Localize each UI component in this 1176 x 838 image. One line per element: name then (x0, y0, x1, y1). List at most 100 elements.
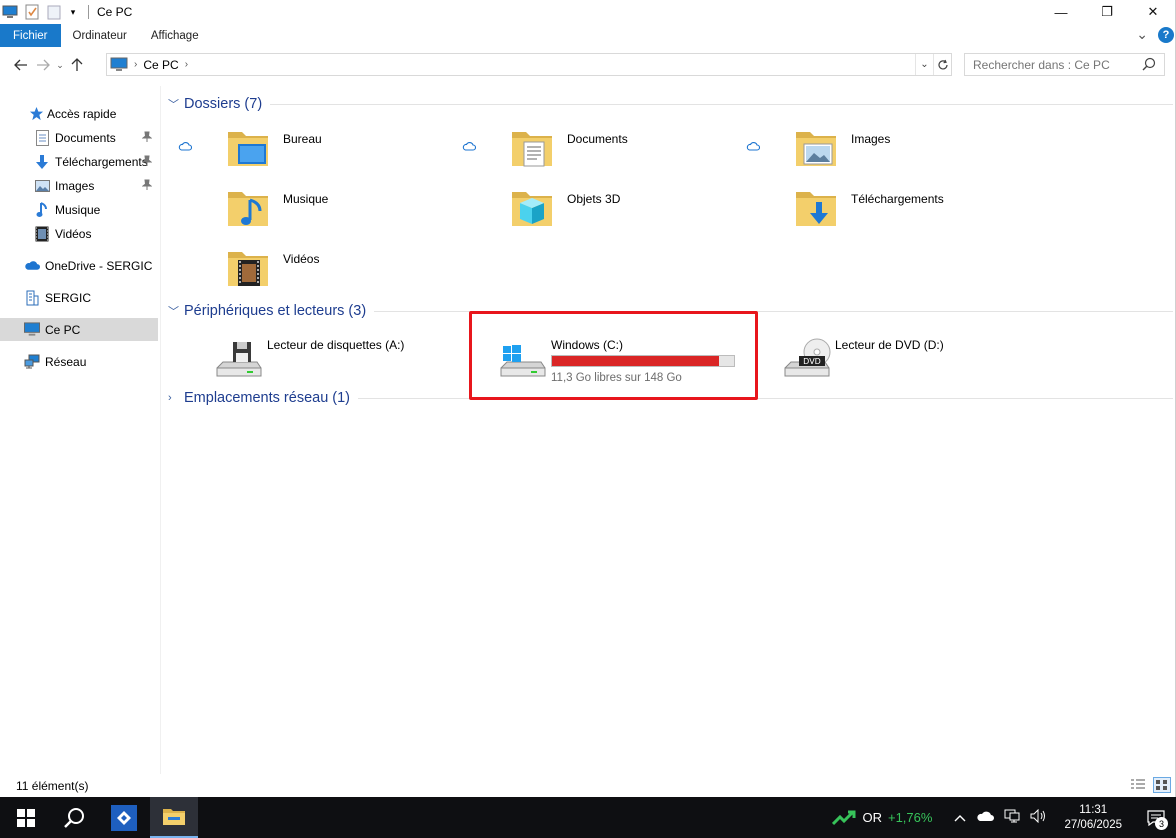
documents-icon (34, 129, 50, 146)
title-bar: ▾ Ce PC — ❐ ✕ (0, 0, 1176, 24)
refresh-icon[interactable] (933, 54, 951, 75)
tab-ordinateur[interactable]: Ordinateur (61, 24, 139, 47)
address-bar-controls: ⌄ (915, 54, 951, 75)
tab-fichier[interactable]: Fichier (0, 24, 61, 47)
search-input[interactable] (973, 57, 1133, 72)
network-icon[interactable] (1004, 809, 1020, 826)
folder-tile-objets-3d[interactable]: Objets 3D (462, 186, 732, 242)
forward-arrow-icon[interactable] (32, 54, 54, 76)
search-box[interactable] (964, 53, 1165, 76)
help-icon[interactable]: ? (1158, 26, 1174, 43)
search-button[interactable] (50, 797, 98, 838)
cloud-sync-icon (462, 140, 477, 151)
breadcrumb-item-ce-pc[interactable]: Ce PC (143, 58, 178, 72)
clock[interactable]: 11:31 27/06/2025 (1064, 803, 1122, 833)
folder-tile-telechargements[interactable]: Téléchargements (746, 186, 1016, 242)
new-folder-icon[interactable] (46, 4, 62, 20)
tray-icons (954, 808, 1048, 826)
stock-change: +1,76% (887, 810, 933, 825)
sidebar-item-ce-pc[interactable]: Ce PC (0, 318, 158, 341)
back-arrow-icon[interactable] (10, 54, 32, 76)
documents-folder-icon (508, 126, 556, 174)
drive-label: Lecteur de disquettes (A:) (267, 338, 405, 352)
cloud-icon (24, 258, 40, 274)
drive-tile-floppy[interactable]: Lecteur de disquettes (A:) (185, 332, 465, 392)
status-bar: 11 élément(s) (0, 774, 1176, 797)
chevron-down-icon[interactable]: ﹀ (168, 96, 182, 112)
desktop-folder-icon (224, 126, 272, 174)
up-arrow-icon[interactable] (66, 54, 88, 76)
sidebar-item-reseau[interactable]: Réseau (0, 350, 158, 373)
taskbar-app-file-explorer[interactable] (150, 797, 198, 838)
address-dropdown-icon[interactable]: ⌄ (915, 54, 933, 75)
music-icon (34, 201, 50, 218)
pin-icon[interactable] (141, 179, 153, 191)
computer-icon[interactable] (2, 4, 18, 20)
sidebar-item-label: Téléchargements (55, 154, 148, 169)
sidebar-item-images[interactable]: Images (0, 174, 158, 197)
details-view-icon[interactable] (1130, 778, 1146, 792)
chevron-down-icon[interactable]: ﹀ (168, 303, 182, 319)
pin-icon[interactable] (141, 155, 153, 167)
folder-label: Bureau (283, 132, 322, 146)
maximize-button[interactable]: ❐ (1084, 0, 1130, 24)
folder-tile-images[interactable]: Images (746, 126, 1016, 182)
folder-label: Vidéos (283, 252, 320, 266)
folder-tile-musique[interactable]: Musique (178, 186, 448, 242)
folder-label: Musique (283, 192, 329, 206)
sidebar-item-musique[interactable]: Musique (0, 198, 158, 221)
chevron-up-icon[interactable] (954, 811, 966, 825)
music-folder-icon (224, 186, 272, 234)
close-button[interactable]: ✕ (1130, 0, 1176, 24)
cloud-sync-icon (178, 140, 193, 151)
chevron-right-icon[interactable]: › (168, 392, 182, 404)
taskbar-app-remote[interactable] (100, 797, 148, 838)
chevron-right-icon[interactable]: › (134, 59, 137, 70)
navigation-bar: ⌄ › Ce PC › ⌄ (0, 50, 1176, 80)
sidebar-item-sergic[interactable]: SERGIC (0, 286, 158, 309)
sidebar-item-acces-rapide[interactable]: Accès rapide (0, 102, 158, 125)
sidebar-item-videos[interactable]: Vidéos (0, 222, 158, 245)
start-button[interactable] (2, 797, 50, 838)
tab-affichage[interactable]: Affichage (139, 24, 211, 47)
sidebar-item-onedrive[interactable]: OneDrive - SERGIC (0, 254, 158, 277)
address-bar[interactable]: › Ce PC › ⌄ (106, 53, 952, 76)
onedrive-icon[interactable] (976, 810, 995, 825)
sidebar-item-documents[interactable]: Documents (0, 126, 158, 149)
stock-name: OR (862, 810, 882, 825)
drive-tile-dvd[interactable]: DVD Lecteur de DVD (D:) (753, 332, 1033, 392)
recent-locations-chevron-icon[interactable]: ⌄ (54, 54, 66, 76)
trend-up-icon (832, 810, 856, 825)
sidebar-item-label: Musique (55, 202, 101, 217)
properties-icon[interactable] (24, 4, 40, 20)
search-icon[interactable] (1142, 57, 1156, 74)
notification-center-button[interactable]: 3 (1136, 797, 1176, 838)
sidebar-item-label: Documents (55, 130, 116, 145)
file-explorer-icon (163, 808, 185, 825)
images-icon (34, 178, 50, 194)
tiles-view-icon[interactable] (1153, 777, 1171, 793)
expand-ribbon-icon[interactable]: ⌄ (1136, 26, 1148, 43)
stock-widget[interactable]: OR +1,76% (832, 810, 932, 826)
svg-text:DVD: DVD (803, 357, 821, 366)
folder-tile-documents[interactable]: Documents (462, 126, 732, 182)
folder-tile-videos[interactable]: Vidéos (178, 246, 448, 302)
ribbon-right-controls: ⌄ ? (1136, 26, 1174, 43)
folder-tile-bureau[interactable]: Bureau (178, 126, 448, 182)
sidebar-item-label: Réseau (45, 354, 87, 369)
chevron-right-icon[interactable]: › (185, 59, 188, 70)
title-separator (88, 5, 89, 19)
sidebar-item-telechargements[interactable]: Téléchargements (0, 150, 158, 173)
network-icon (24, 354, 40, 370)
qat-customize-icon[interactable]: ▾ (68, 4, 78, 20)
volume-icon[interactable] (1030, 808, 1048, 826)
navigation-pane: Accès rapide Documents Téléchargements I… (0, 86, 161, 774)
ribbon-tabs: Fichier Ordinateur Affichage ⌄ ? (0, 24, 1176, 47)
group-header-dossiers[interactable]: ﹀ Dossiers (7) (168, 96, 1173, 112)
clock-time: 11:31 (1079, 803, 1108, 816)
notification-count-badge: 3 (1155, 817, 1168, 830)
folder-label: Images (851, 132, 891, 146)
folder-label: Documents (567, 132, 628, 146)
minimize-button[interactable]: — (1038, 0, 1084, 24)
pin-icon[interactable] (141, 131, 153, 143)
